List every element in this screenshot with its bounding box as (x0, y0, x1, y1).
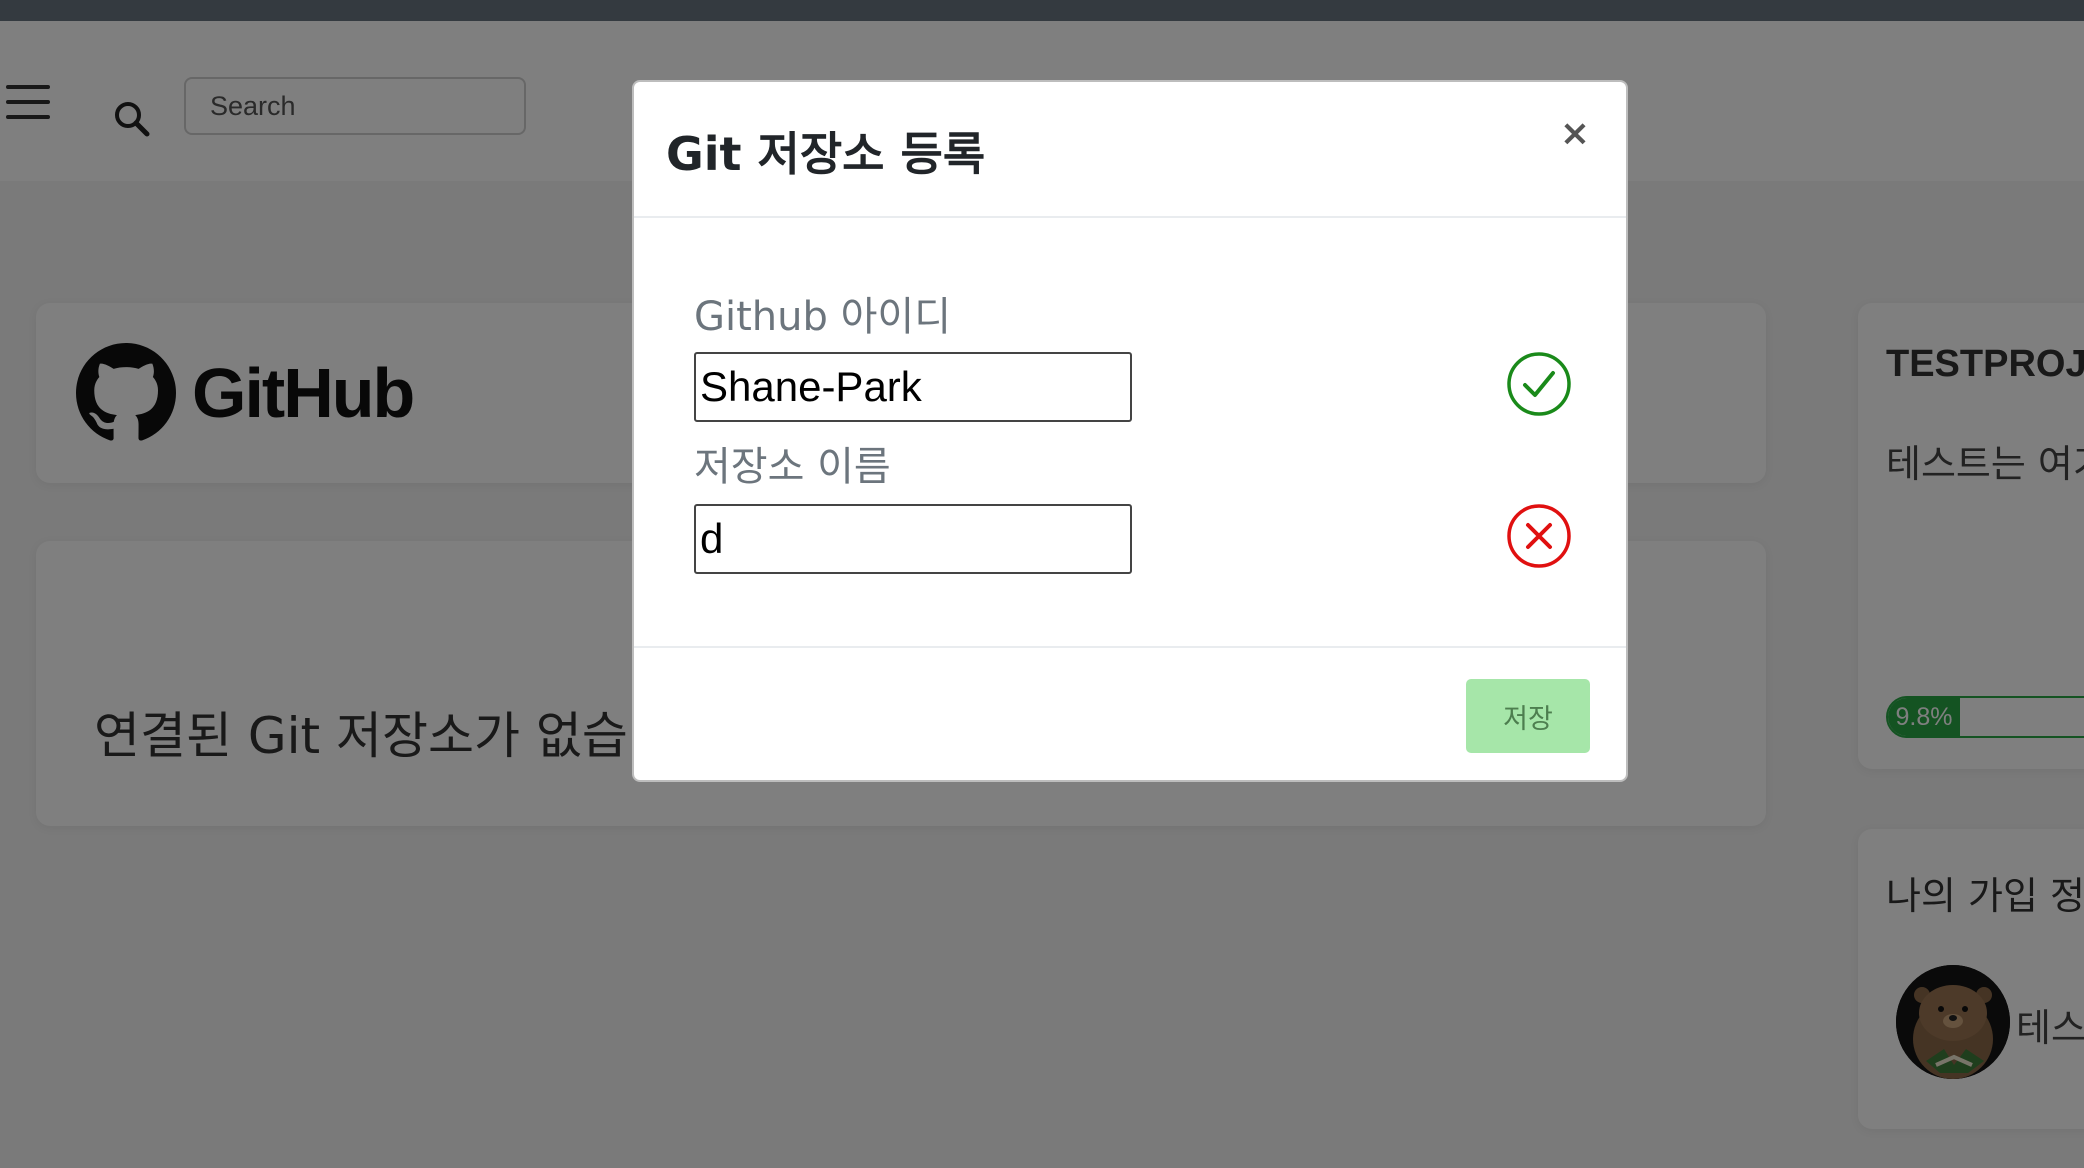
close-icon[interactable]: × (1560, 116, 1590, 152)
save-button[interactable]: 저장 (1466, 679, 1590, 753)
github-id-value: Shane-Park (700, 363, 922, 410)
github-id-label: Github 아이디 (694, 294, 952, 340)
repo-name-label: 저장소 이름 (694, 444, 891, 490)
modal-header: Git 저장소 등록 × (634, 82, 1626, 218)
valid-check-icon (1506, 351, 1572, 417)
modal-body: Github 아이디 Shane-Park 저장소 이름 d (634, 218, 1626, 646)
github-id-input[interactable]: Shane-Park (694, 352, 1132, 422)
repo-name-value: d (700, 515, 724, 562)
browser-top-strip (0, 0, 2084, 21)
invalid-x-icon (1506, 503, 1572, 569)
modal-title: Git 저장소 등록 (666, 127, 986, 181)
modal-footer: 저장 (634, 646, 1626, 782)
register-git-repo-modal: Git 저장소 등록 × Github 아이디 Shane-Park 저장소 이… (632, 80, 1628, 782)
repo-name-input[interactable]: d (694, 504, 1132, 574)
